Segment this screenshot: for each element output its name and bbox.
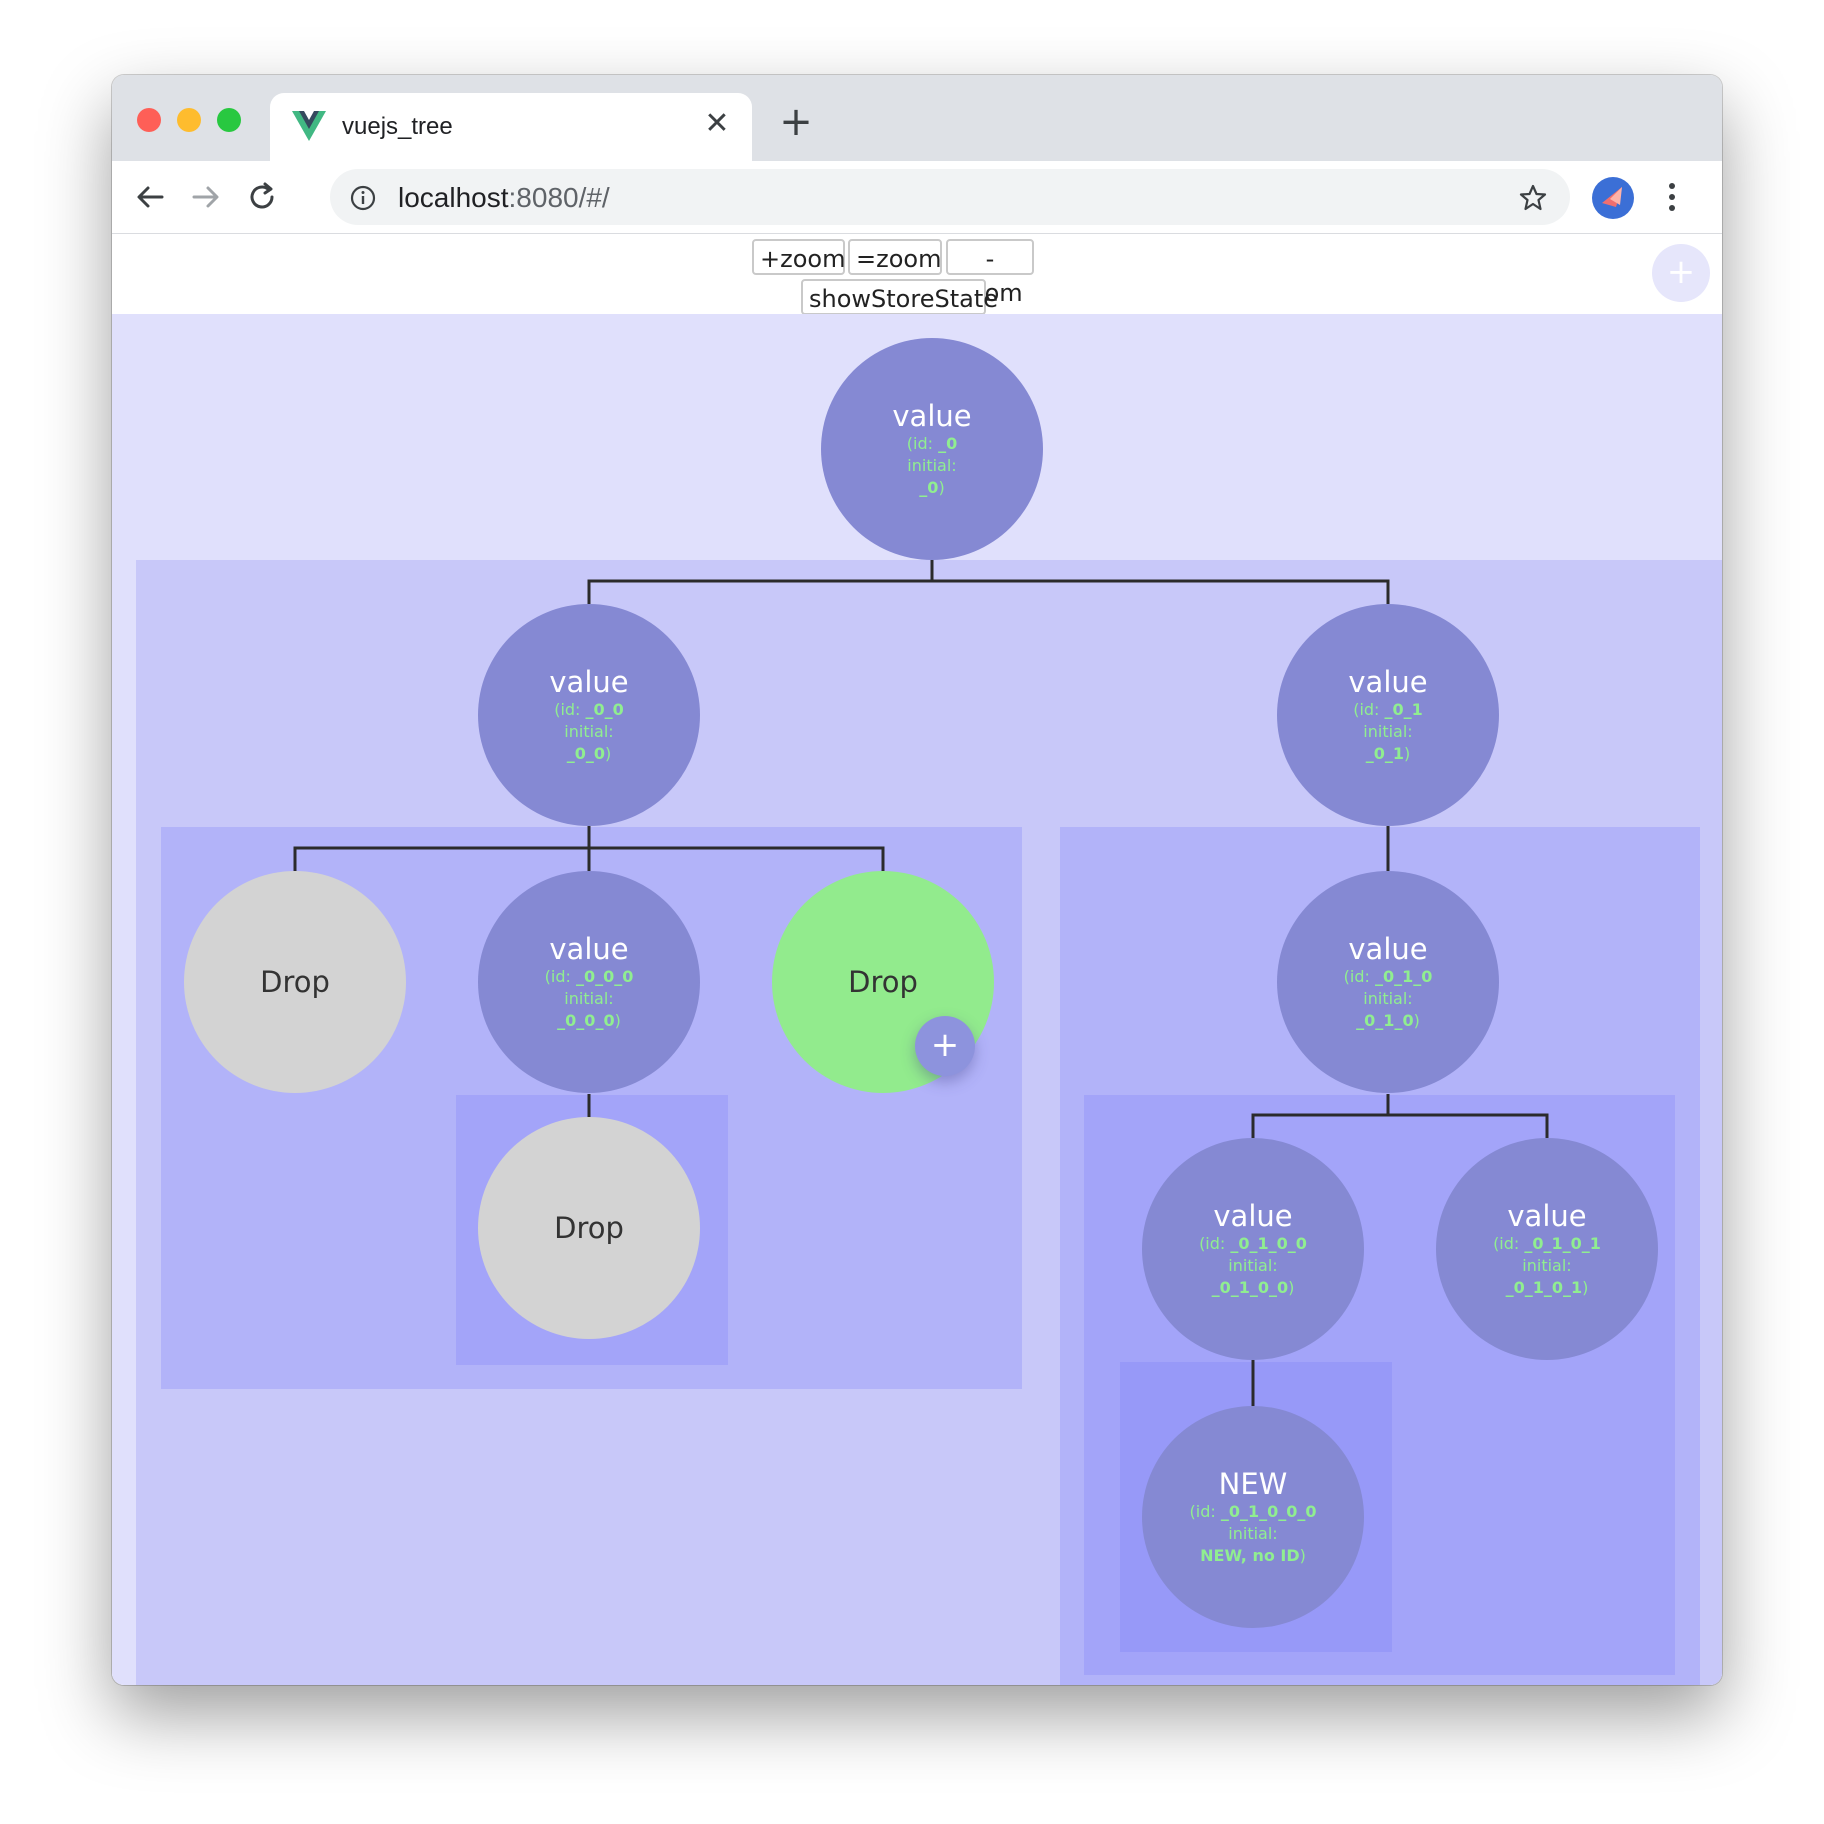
node-initial-prefix: initial: [1228,1256,1278,1275]
node-initial: _0_1 [1365,744,1404,763]
back-icon[interactable] [132,179,168,215]
node-label: value [549,932,629,966]
drop-label: Drop [260,965,330,999]
tree-node-0-0[interactable]: value (id: _0_0 initial: _0_0) [478,604,700,826]
browser-window: vuejs_tree ✕ + localhost:8080/#/ +zoom =… [112,75,1722,1685]
tree-node-0-1-0-0[interactable]: value (id: _0_1_0_0 initial: _0_1_0_0) [1142,1138,1364,1360]
tree-node-0-1-0[interactable]: value (id: _0_1_0 initial: _0_1_0) [1277,871,1499,1093]
node-initial-prefix: initial: [1363,722,1413,741]
node-id-prefix: (id: [1343,967,1375,986]
new-tab-button[interactable]: + [776,102,816,143]
tree-node-root[interactable]: value (id: _0 initial: _0) [821,338,1043,560]
drop-label: Drop [848,965,918,999]
node-close-paren: ) [605,744,612,763]
node-id-prefix: (id: [554,700,586,719]
address-bar[interactable]: localhost:8080/#/ [330,169,1570,225]
node-close-paren: ) [1299,1546,1306,1565]
node-label: value [549,665,629,699]
node-initial-prefix: initial: [1522,1256,1572,1275]
tab-vuejs-tree[interactable]: vuejs_tree ✕ [270,93,752,161]
tab-strip: vuejs_tree ✕ + [112,75,1722,161]
node-id-prefix: (id: [1199,1234,1231,1253]
drop-zone-bottom[interactable]: Drop [478,1117,700,1339]
url-host: localhost [398,182,509,213]
node-id-prefix: (id: [906,434,939,453]
node-close-paren: ) [1404,744,1411,763]
node-id-prefix: (id: [1189,1502,1221,1521]
node-id: _0_1_0_0 [1230,1234,1307,1253]
node-close-paren: ) [1288,1278,1295,1297]
profile-avatar[interactable] [1592,177,1634,219]
node-initial: _0_1_0 [1356,1011,1414,1030]
node-id: _0_1 [1384,700,1423,719]
node-initial-prefix: initial: [907,456,957,475]
maximize-window-button[interactable] [217,108,241,132]
node-label: value [892,399,972,433]
node-close-paren: ) [938,478,945,497]
node-initial: NEW, no ID [1200,1546,1300,1565]
info-icon[interactable] [350,185,376,211]
reload-icon[interactable] [244,179,280,215]
node-initial-prefix: initial: [564,722,614,741]
browser-toolbar: localhost:8080/#/ [112,161,1722,234]
node-initial: _0_1_0_1 [1505,1278,1583,1297]
node-id: _0_1_0_1 [1524,1234,1601,1253]
close-window-button[interactable] [137,108,161,132]
node-id: _0_1_0_0_0 [1220,1502,1317,1521]
page-content: +zoom =zoom -zoom showStoreState + [112,234,1722,1685]
tree-node-0-1[interactable]: value (id: _0_1 initial: _0_1) [1277,604,1499,826]
vue-logo-icon [292,111,326,141]
node-id: _0 [938,434,958,453]
bird-icon [1602,187,1622,207]
node-initial: _0_0 [566,744,605,763]
node-initial-prefix: initial: [1363,989,1413,1008]
node-close-paren: ) [1413,1011,1420,1030]
node-id-prefix: (id: [544,967,576,986]
tree-node-0-0-0[interactable]: value (id: _0_0_0 initial: _0_0_0) [478,871,700,1093]
tree-node-0-1-0-1[interactable]: value (id: _0_1_0_1 initial: _0_1_0_1) [1436,1138,1658,1360]
node-label: value [1213,1199,1293,1233]
drop-zone-left[interactable]: Drop [184,871,406,1093]
node-label: value [1507,1199,1587,1233]
node-id: _0_0 [585,700,624,719]
node-initial: _0 [919,478,939,497]
node-label: NEW [1218,1467,1288,1501]
node-id: _0_1_0 [1374,967,1433,986]
menu-dots-icon[interactable] [1662,179,1682,215]
url-path: :8080/#/ [508,182,610,213]
minimize-window-button[interactable] [177,108,201,132]
forward-icon[interactable] [188,179,224,215]
tab-close-icon[interactable]: ✕ [700,107,734,141]
url-text: localhost:8080/#/ [398,182,610,214]
star-icon[interactable] [1518,183,1548,213]
node-initial: _0_1_0_0 [1211,1278,1289,1297]
tree-node-new[interactable]: NEW (id: _0_1_0_0_0 initial: NEW, no ID) [1142,1406,1364,1628]
tab-title: vuejs_tree [342,113,453,140]
node-id-prefix: (id: [1493,1234,1525,1253]
node-close-paren: ) [1582,1278,1589,1297]
drop-label: Drop [554,1211,624,1245]
node-initial-prefix: initial: [564,989,614,1008]
node-initial: _0_0_0 [557,1011,615,1030]
node-label: value [1348,932,1428,966]
node-initial-prefix: initial: [1228,1524,1278,1543]
node-id: _0_0_0 [575,967,634,986]
node-close-paren: ) [614,1011,621,1030]
node-label: value [1348,665,1428,699]
add-node-button[interactable]: + [915,1016,975,1076]
node-id-prefix: (id: [1353,700,1385,719]
